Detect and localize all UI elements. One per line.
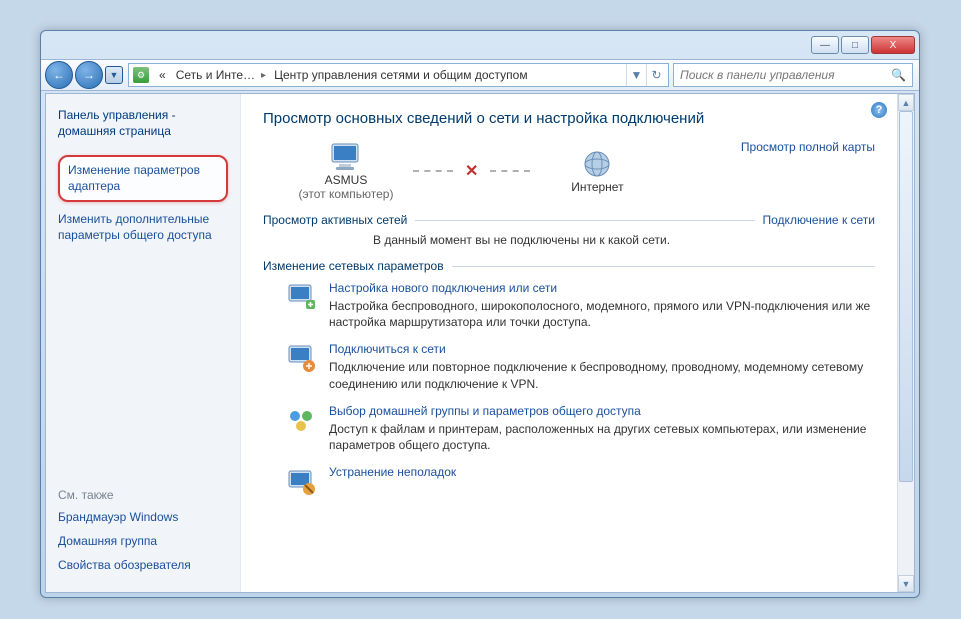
minimize-button[interactable]: — — [811, 36, 839, 54]
setup-connection-item: Настройка нового подключения или сети На… — [285, 281, 875, 330]
page-title: Просмотр основных сведений о сети и наст… — [263, 110, 875, 127]
connect-network-link[interactable]: Подключиться к сети — [329, 342, 875, 356]
firewall-link[interactable]: Брандмауэр Windows — [58, 510, 228, 524]
scroll-track[interactable] — [898, 111, 914, 575]
close-button[interactable]: X — [871, 36, 915, 54]
control-panel-icon: ⚙ — [133, 67, 149, 83]
node-sub: (этот компьютер) — [299, 187, 394, 201]
content-area: Панель управления - домашняя страница Из… — [45, 93, 915, 593]
change-settings-label: Изменение сетевых параметров — [263, 259, 444, 273]
sidebar: Панель управления - домашняя страница Из… — [46, 94, 241, 592]
computer-icon — [328, 141, 364, 173]
forward-button[interactable]: → — [75, 61, 103, 89]
scroll-up-button[interactable]: ▲ — [898, 94, 914, 111]
active-networks-label: Просмотр активных сетей — [263, 213, 407, 227]
breadcrumb-current[interactable]: Центр управления сетями и общим доступом — [268, 68, 532, 82]
view-full-map-link[interactable]: Просмотр полной карты — [741, 140, 875, 154]
change-adapter-settings-link[interactable]: Изменение параметров адаптера — [58, 155, 228, 202]
see-also-header: См. также — [58, 488, 228, 502]
setup-connection-icon — [285, 281, 317, 313]
breadcrumb-chev: « — [153, 68, 170, 82]
change-sharing-settings-link[interactable]: Изменить дополнительные параметры общего… — [58, 212, 228, 243]
troubleshoot-link[interactable]: Устранение неполадок — [329, 465, 456, 479]
scroll-down-button[interactable]: ▼ — [898, 575, 914, 592]
homegroup-sharing-link[interactable]: Выбор домашней группы и параметров общег… — [329, 404, 875, 418]
search-icon: 🔍 — [891, 68, 906, 82]
troubleshoot-item: Устранение неполадок — [285, 465, 875, 497]
disconnected-icon: ✕ — [465, 161, 478, 181]
homegroup-sharing-desc: Доступ к файлам и принтерам, расположенн… — [329, 421, 875, 453]
node-name: Интернет — [571, 180, 623, 194]
browser-properties-link[interactable]: Свойства обозревателя — [58, 558, 228, 572]
connect-network-desc: Подключение или повторное подключение к … — [329, 359, 875, 391]
search-placeholder: Поиск в панели управления — [680, 68, 835, 82]
search-box[interactable]: Поиск в панели управления 🔍 — [673, 63, 913, 87]
breadcrumb-network[interactable]: Сеть и Инте… — [170, 68, 259, 82]
globe-icon — [579, 148, 615, 180]
local-computer-node: ASMUS (этот компьютер) — [291, 141, 401, 201]
refresh-button[interactable]: ↻ — [646, 64, 666, 86]
main-panel: ? Просмотр основных сведений о сети и на… — [241, 94, 897, 592]
no-active-network-text: В данный момент вы не подключены ни к ка… — [373, 233, 875, 247]
window-frame: — □ X ← → ▼ ⚙ « Сеть и Инте… ▸ Центр упр… — [40, 30, 920, 598]
titlebar: — □ X — [41, 31, 919, 59]
connection-line — [490, 170, 530, 172]
history-dropdown[interactable]: ▼ — [105, 66, 123, 84]
address-dropdown[interactable]: ▼ — [626, 64, 646, 86]
internet-node: Интернет — [542, 148, 652, 194]
connect-to-network-link[interactable]: Подключение к сети — [763, 213, 875, 227]
active-networks-header: Просмотр активных сетей Подключение к се… — [263, 213, 875, 227]
navigation-toolbar: ← → ▼ ⚙ « Сеть и Инте… ▸ Центр управлени… — [41, 59, 919, 91]
back-button[interactable]: ← — [45, 61, 73, 89]
homegroup-item: Выбор домашней группы и параметров общег… — [285, 404, 875, 453]
connection-line — [413, 170, 453, 172]
setup-connection-link[interactable]: Настройка нового подключения или сети — [329, 281, 875, 295]
connect-network-item: Подключиться к сети Подключение или повт… — [285, 342, 875, 391]
troubleshoot-icon — [285, 465, 317, 497]
maximize-button[interactable]: □ — [841, 36, 869, 54]
breadcrumb-sep-icon: ▸ — [259, 70, 268, 81]
change-settings-header: Изменение сетевых параметров — [263, 259, 875, 273]
homegroup-link[interactable]: Домашняя группа — [58, 534, 228, 548]
scroll-thumb[interactable] — [899, 111, 913, 482]
control-panel-home-link[interactable]: Панель управления - домашняя страница — [58, 108, 228, 139]
vertical-scrollbar[interactable]: ▲ ▼ — [897, 94, 914, 592]
node-name: ASMUS — [325, 173, 368, 187]
homegroup-icon — [285, 404, 317, 436]
connect-network-icon — [285, 342, 317, 374]
address-bar[interactable]: ⚙ « Сеть и Инте… ▸ Центр управления сетя… — [128, 63, 669, 87]
setup-connection-desc: Настройка беспроводного, широкополосного… — [329, 298, 875, 330]
help-icon[interactable]: ? — [871, 102, 887, 118]
